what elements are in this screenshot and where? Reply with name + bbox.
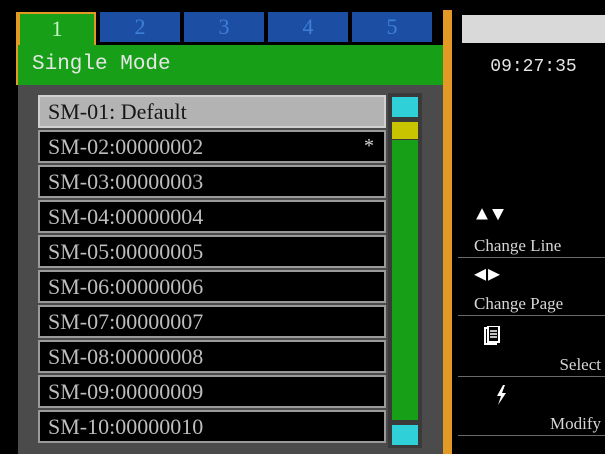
mode-title: Single Mode bbox=[18, 45, 443, 85]
list-item-sm-01[interactable]: SM-01: Default bbox=[38, 95, 386, 128]
up-down-arrows-icon: ▲▼ bbox=[476, 204, 509, 227]
tab-4[interactable]: 4 bbox=[268, 12, 348, 42]
list-item-sm-03[interactable]: SM-03:00000003 bbox=[38, 165, 386, 198]
status-bar bbox=[462, 15, 605, 43]
list-item-label: SM-09:00000009 bbox=[48, 379, 204, 404]
list-item-label: SM-01: Default bbox=[48, 99, 187, 124]
list-item-sm-05[interactable]: SM-05:00000005 bbox=[38, 235, 386, 268]
list-item-label: SM-03:00000003 bbox=[48, 169, 204, 194]
hint-change-page: Change Page bbox=[458, 294, 605, 316]
left-right-arrows-icon: ◀▶ bbox=[474, 264, 503, 287]
list-item-label: SM-08:00000008 bbox=[48, 344, 204, 369]
list-item-label: SM-07:00000007 bbox=[48, 309, 204, 334]
modified-marker: * bbox=[364, 135, 374, 157]
list-item-sm-09[interactable]: SM-09:00000009 bbox=[38, 375, 386, 408]
scrollbar-track[interactable] bbox=[392, 140, 418, 420]
list-item-sm-10[interactable]: SM-10:00000010 bbox=[38, 410, 386, 443]
list-item-label: SM-04:00000004 bbox=[48, 204, 204, 229]
tab-1[interactable]: 1 bbox=[18, 12, 96, 46]
lightning-icon bbox=[495, 385, 507, 411]
hint-select: Select bbox=[458, 355, 605, 377]
scrollbar-thumb[interactable] bbox=[392, 122, 418, 139]
panel-divider bbox=[443, 10, 452, 454]
clock: 09:27:35 bbox=[490, 57, 577, 77]
list-item-label: SM-10:00000010 bbox=[48, 414, 204, 439]
hint-change-line: Change Line bbox=[458, 236, 605, 258]
list-item-sm-07[interactable]: SM-07:00000007 bbox=[38, 305, 386, 338]
tab-3[interactable]: 3 bbox=[184, 12, 264, 42]
tab-5[interactable]: 5 bbox=[352, 12, 432, 42]
tab-2[interactable]: 2 bbox=[100, 12, 180, 42]
list-item-sm-06[interactable]: SM-06:00000006 bbox=[38, 270, 386, 303]
list-item-label: SM-05:00000005 bbox=[48, 239, 204, 264]
list-item-sm-04[interactable]: SM-04:00000004 bbox=[38, 200, 386, 233]
list-item-label: SM-02:00000002 bbox=[48, 134, 204, 159]
list-item-sm-02[interactable]: SM-02:00000002 * bbox=[38, 130, 386, 163]
list-item-label: SM-06:00000006 bbox=[48, 274, 204, 299]
list-item-sm-08[interactable]: SM-08:00000008 bbox=[38, 340, 386, 373]
clipboard-icon bbox=[484, 325, 500, 352]
scroll-up-button[interactable] bbox=[392, 97, 418, 117]
hint-modify: Modify bbox=[458, 414, 605, 436]
scroll-down-button[interactable] bbox=[392, 425, 418, 445]
